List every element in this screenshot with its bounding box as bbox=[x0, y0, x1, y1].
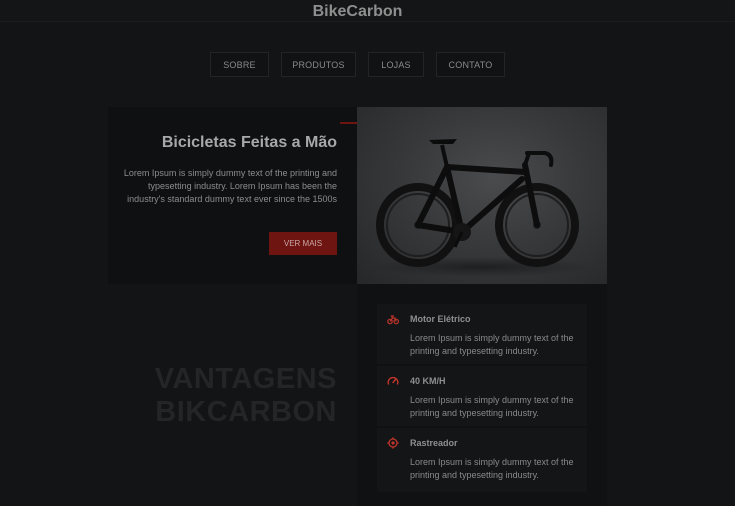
hero-title: Bicicletas Feitas a Mão bbox=[161, 134, 337, 151]
feature-card: Rastreador Lorem Ipsum is simply dummy t… bbox=[377, 428, 587, 492]
nav-lojas[interactable]: LOJAS bbox=[368, 52, 424, 77]
feature-card: Motor Elétrico Lorem Ipsum is simply dum… bbox=[377, 304, 587, 364]
brand-logo[interactable]: BikeCarbon bbox=[0, 3, 715, 21]
feature-text: Lorem Ipsum is simply dummy text of the … bbox=[410, 457, 574, 480]
vantagens-heading: VANTAGENS BIKCARBON bbox=[154, 363, 337, 428]
main-nav: SOBRE PRODUTOS LOJAS CONTATO bbox=[210, 52, 505, 77]
bike-photo bbox=[357, 107, 607, 284]
feature-title: Rastreador bbox=[410, 438, 458, 448]
feature-card: 40 KM/H Lorem Ipsum is simply dummy text… bbox=[377, 366, 587, 426]
bicycle-illustration bbox=[372, 139, 592, 277]
features-panel: Motor Elétrico Lorem Ipsum is simply dum… bbox=[357, 284, 607, 506]
feature-title: 40 KM/H bbox=[410, 376, 446, 386]
location-target-icon bbox=[387, 437, 399, 449]
ver-mais-button[interactable]: VER MAIS bbox=[269, 232, 337, 255]
feature-title: Motor Elétrico bbox=[410, 314, 471, 324]
motorbike-icon bbox=[387, 315, 399, 325]
nav-produtos[interactable]: PRODUTOS bbox=[281, 52, 356, 77]
feature-text: Lorem Ipsum is simply dummy text of the … bbox=[410, 333, 574, 356]
feature-text: Lorem Ipsum is simply dummy text of the … bbox=[410, 395, 574, 418]
hero-description: Lorem Ipsum is simply dummy text of the … bbox=[123, 168, 337, 204]
nav-contato[interactable]: CONTATO bbox=[436, 52, 505, 77]
nav-sobre[interactable]: SOBRE bbox=[210, 52, 269, 77]
hero-card: Bicicletas Feitas a Mão Lorem Ipsum is s… bbox=[108, 107, 357, 284]
speedometer-icon bbox=[387, 376, 399, 385]
